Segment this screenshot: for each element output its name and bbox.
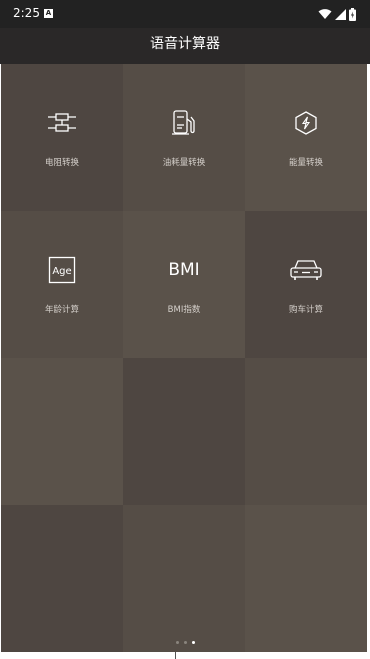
page-dot[interactable]	[183, 641, 187, 644]
app-title: 语音计算器	[150, 36, 220, 52]
page-dot-active[interactable]	[191, 641, 195, 644]
tile-label: 年龄计算	[44, 305, 79, 315]
status-bar: 2:25 A	[0, 0, 370, 28]
page-indicator	[0, 641, 370, 647]
tile-car-purchase-calculator[interactable]: 购车计算	[245, 211, 367, 358]
battery-icon	[349, 7, 356, 21]
tile-empty	[245, 505, 367, 652]
age-icon-text: Age	[52, 266, 71, 277]
resistor-icon	[48, 113, 76, 132]
tile-label: 购车计算	[288, 305, 323, 315]
app-header: 语音计算器	[0, 28, 370, 64]
age-icon: Age	[48, 256, 76, 284]
tile-label: 能量转换	[288, 158, 323, 168]
tile-energy-conversion[interactable]: 能量转换	[245, 64, 367, 211]
signal-icon	[335, 8, 346, 20]
status-time: 2:25	[13, 6, 40, 20]
notification-icon: A	[44, 9, 53, 18]
energy-icon	[295, 111, 317, 135]
tile-empty	[245, 358, 367, 505]
status-icons	[318, 7, 356, 21]
calculator-grid: 电阻转换 油耗量转换 能量转换 Age 年龄计算 BMI BMI指数 购车计算	[1, 64, 367, 652]
tile-age-calculator[interactable]: Age 年龄计算	[1, 211, 123, 358]
tile-bmi-index[interactable]: BMI BMI指数	[123, 211, 245, 358]
tile-label: 油耗量转换	[162, 158, 206, 168]
bmi-icon: BMI	[168, 260, 200, 280]
tile-fuel-consumption-conversion[interactable]: 油耗量转换	[123, 64, 245, 211]
wifi-icon	[318, 9, 332, 19]
tile-label: BMI指数	[167, 305, 201, 315]
fuel-pump-icon	[172, 110, 195, 135]
tile-empty	[123, 358, 245, 505]
car-icon	[290, 260, 322, 280]
page-dot[interactable]	[175, 641, 179, 644]
scroll-handle[interactable]	[175, 652, 176, 659]
tile-resistance-conversion[interactable]: 电阻转换	[1, 64, 123, 211]
tile-empty	[123, 505, 245, 652]
tile-empty	[1, 358, 123, 505]
tile-empty	[1, 505, 123, 652]
bottom-strip	[0, 652, 370, 659]
tile-label: 电阻转换	[44, 158, 79, 168]
